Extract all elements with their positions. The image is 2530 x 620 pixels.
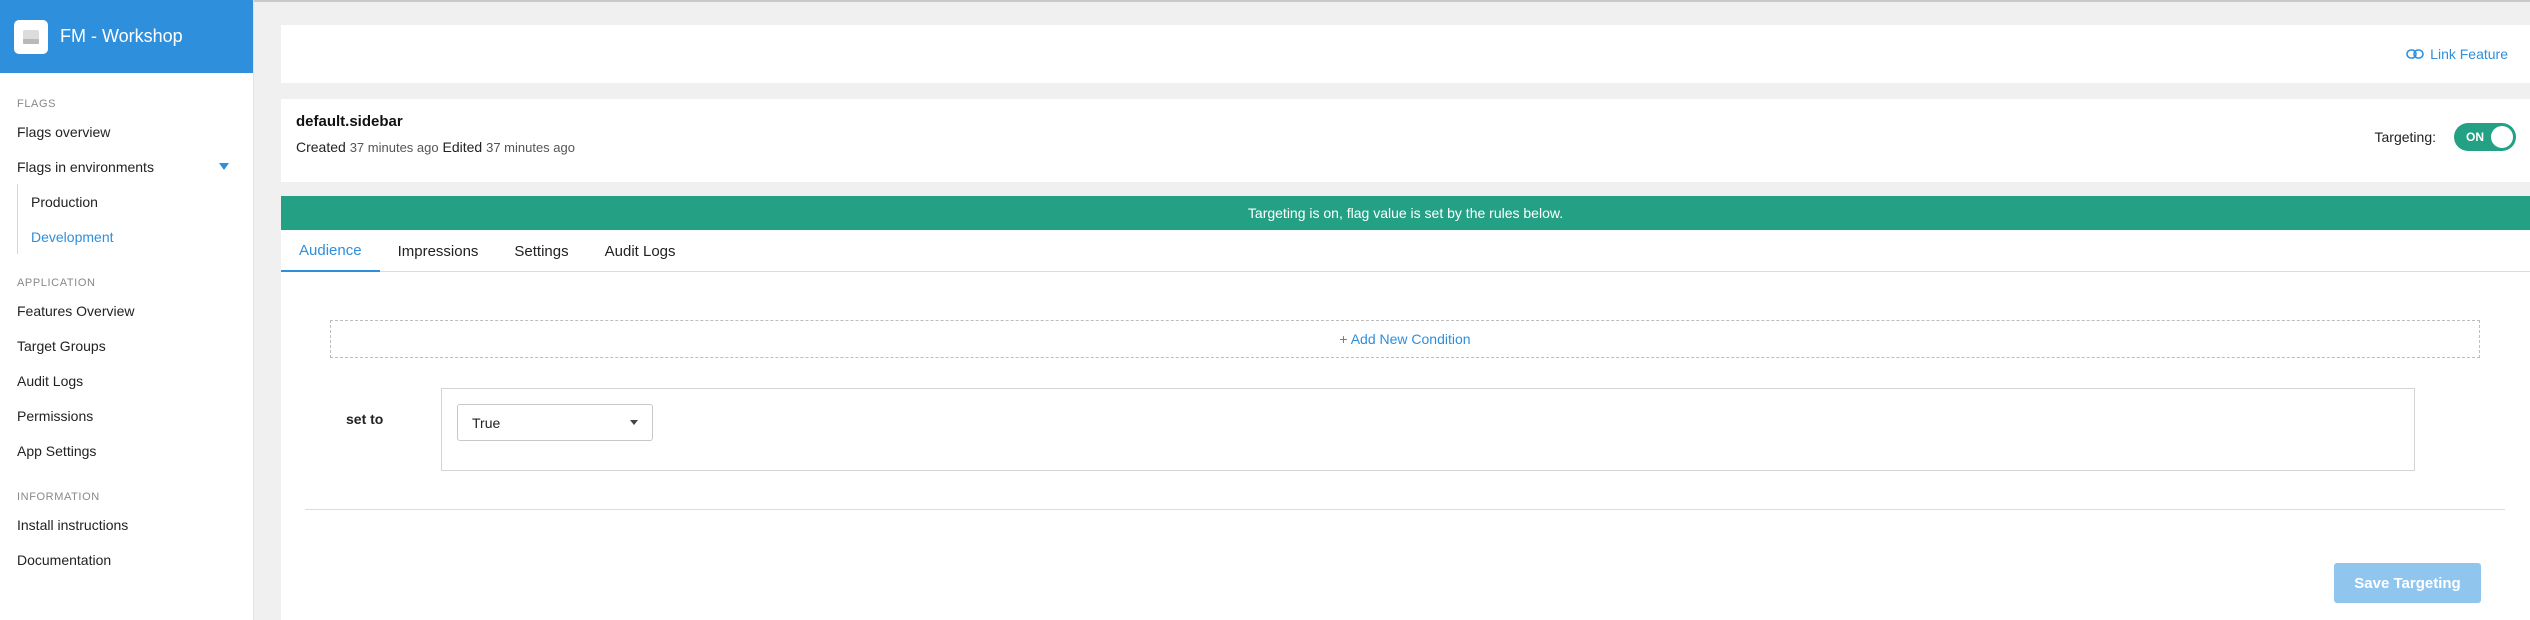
link-feature-button[interactable]: Link Feature bbox=[2406, 46, 2508, 62]
flag-value-select[interactable]: True bbox=[457, 404, 653, 441]
tab-impressions[interactable]: Impressions bbox=[380, 230, 497, 272]
sidebar-item-target-groups[interactable]: Target Groups bbox=[0, 328, 253, 363]
targeting-control: Targeting: ON bbox=[2375, 123, 2516, 151]
targeting-status-banner: Targeting is on, flag value is set by th… bbox=[281, 196, 2530, 230]
edited-label: Edited bbox=[442, 139, 483, 155]
environment-subnav: Production Development bbox=[17, 184, 253, 254]
sidebar-item-install-instructions[interactable]: Install instructions bbox=[0, 507, 253, 542]
flag-name: default.sidebar bbox=[296, 113, 403, 130]
value-box: True bbox=[441, 388, 2415, 471]
flag-meta: Created 37 minutes ago Edited 37 minutes… bbox=[296, 139, 575, 155]
section-label-information: INFORMATION bbox=[17, 491, 100, 503]
divider bbox=[305, 509, 2505, 510]
flag-info-card: default.sidebar Created 37 minutes ago E… bbox=[281, 99, 2530, 182]
selected-value: True bbox=[472, 414, 501, 431]
window-top-border bbox=[0, 0, 2530, 2]
sidebar: FM - Workshop FLAGS Flags overview Flags… bbox=[0, 0, 254, 620]
targeting-panel: Audience Impressions Settings Audit Logs… bbox=[281, 230, 2530, 620]
app-brand-header[interactable]: FM - Workshop bbox=[0, 0, 253, 73]
app-logo-icon bbox=[14, 19, 48, 54]
tab-audience[interactable]: Audience bbox=[281, 230, 380, 272]
sidebar-item-flags-in-environments[interactable]: Flags in environments bbox=[0, 149, 253, 184]
tab-bar: Audience Impressions Settings Audit Logs bbox=[281, 230, 2530, 272]
sidebar-item-label: Flags in environments bbox=[17, 158, 154, 175]
tab-settings[interactable]: Settings bbox=[496, 230, 586, 272]
created-value: 37 minutes ago bbox=[349, 140, 439, 155]
add-new-condition-button[interactable]: + Add New Condition bbox=[330, 320, 2480, 358]
sidebar-item-features-overview[interactable]: Features Overview bbox=[0, 293, 253, 328]
save-targeting-button[interactable]: Save Targeting bbox=[2334, 563, 2481, 603]
set-to-label: set to bbox=[346, 411, 384, 427]
link-icon bbox=[2406, 49, 2424, 59]
edited-value: 37 minutes ago bbox=[486, 140, 575, 155]
sidebar-item-flags-overview[interactable]: Flags overview bbox=[0, 114, 253, 149]
targeting-label: Targeting: bbox=[2374, 129, 2436, 145]
tab-audit-logs[interactable]: Audit Logs bbox=[587, 230, 694, 272]
sidebar-item-development[interactable]: Development bbox=[18, 219, 253, 254]
toggle-state-label: ON bbox=[2466, 130, 2484, 144]
link-feature-label: Link Feature bbox=[2430, 46, 2508, 62]
chevron-down-icon bbox=[630, 420, 638, 425]
sidebar-item-documentation[interactable]: Documentation bbox=[0, 542, 253, 577]
sidebar-item-audit-logs[interactable]: Audit Logs bbox=[0, 363, 253, 398]
app-title: FM - Workshop bbox=[60, 26, 183, 46]
sidebar-item-permissions[interactable]: Permissions bbox=[0, 398, 253, 433]
header-card: Link Feature bbox=[281, 25, 2530, 83]
targeting-toggle[interactable]: ON bbox=[2454, 123, 2516, 151]
created-label: Created bbox=[296, 139, 346, 155]
section-label-flags: FLAGS bbox=[17, 98, 57, 110]
chevron-down-icon[interactable] bbox=[219, 163, 229, 170]
section-label-application: APPLICATION bbox=[17, 277, 96, 289]
toggle-knob bbox=[2491, 126, 2513, 148]
sidebar-item-app-settings[interactable]: App Settings bbox=[0, 433, 253, 468]
sidebar-item-production[interactable]: Production bbox=[18, 184, 253, 219]
